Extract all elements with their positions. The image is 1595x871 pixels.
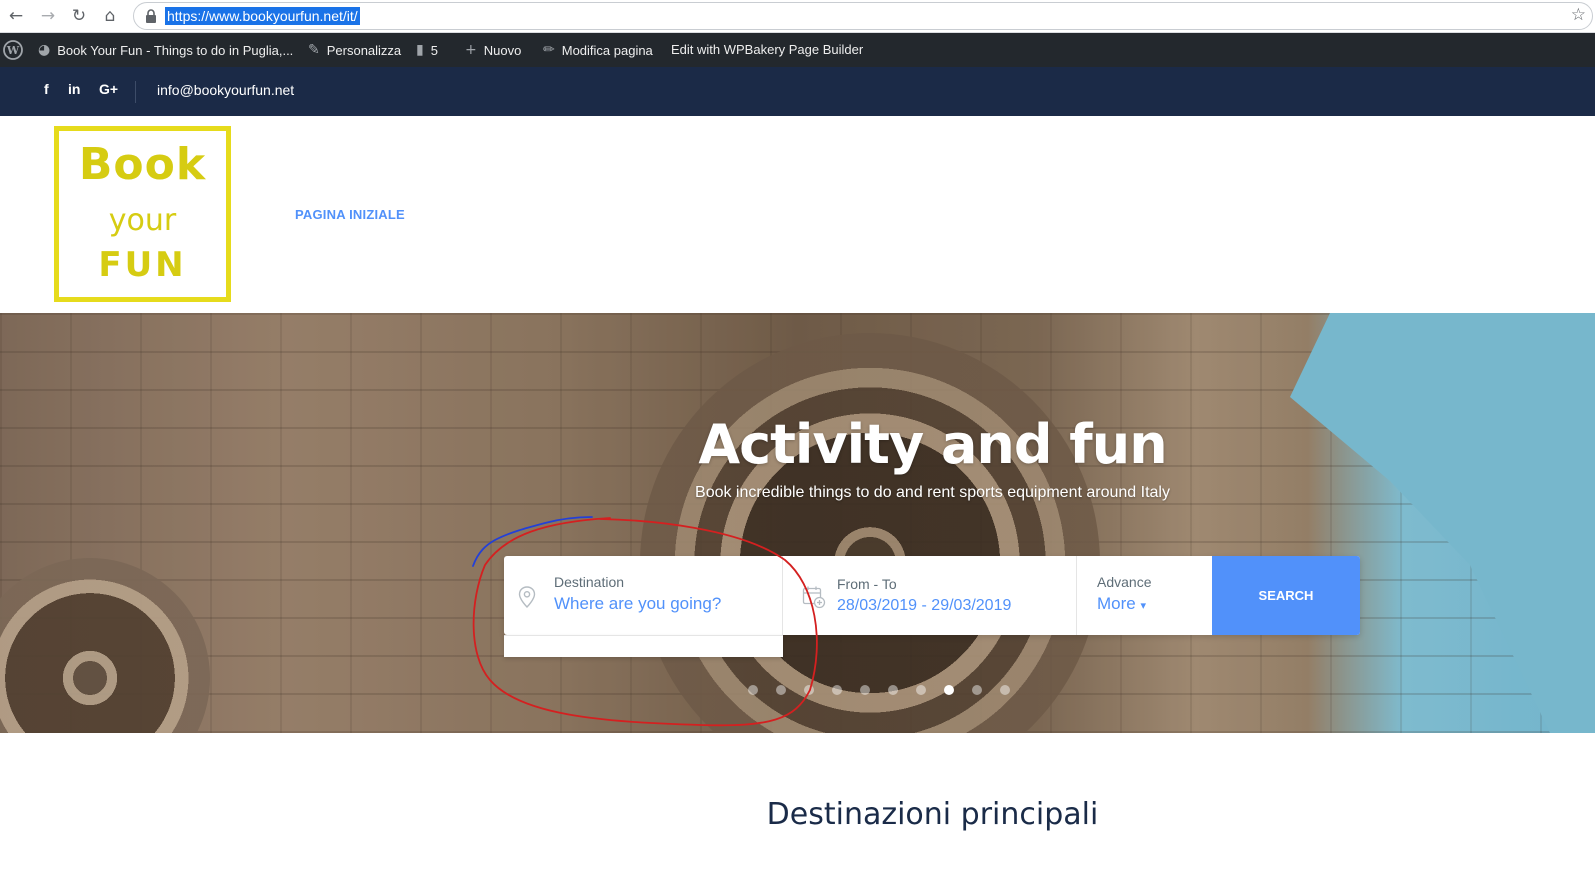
slider-dot[interactable] (776, 685, 786, 695)
hero-overlay (0, 313, 1595, 733)
wp-site-name-label: Book Your Fun - Things to do in Puglia,.… (57, 42, 294, 58)
slider-dot[interactable] (972, 685, 982, 695)
slider-dot[interactable] (860, 685, 870, 695)
hero-title: Activity and fun (698, 413, 1167, 476)
date-range-field[interactable]: From - To 28/03/2019 - 29/03/2019 (783, 556, 1077, 635)
dashboard-icon: ◕ (38, 42, 51, 58)
strip-divider (135, 81, 136, 103)
slider-dot[interactable] (748, 685, 758, 695)
forward-icon[interactable]: → (37, 5, 59, 27)
facebook-icon[interactable]: f (44, 81, 49, 97)
site-logo[interactable]: Book your FUN (54, 126, 231, 302)
slider-dots (748, 685, 1010, 695)
site-header: Book your FUN PAGINA INIZIALE (0, 116, 1595, 313)
top-info-strip: f in G+ info@bookyourfun.net (0, 67, 1595, 116)
pencil-icon: ✏ (543, 42, 555, 58)
advance-field[interactable]: Advance More ▾ (1077, 556, 1212, 635)
linkedin-icon[interactable]: in (68, 81, 80, 97)
svg-text:W: W (6, 44, 20, 57)
comment-icon: ▮ (416, 42, 424, 58)
reload-icon[interactable]: ↻ (68, 5, 90, 27)
logo-line-3: FUN (98, 245, 187, 285)
star-icon[interactable]: ☆ (1571, 5, 1586, 25)
contact-email[interactable]: info@bookyourfun.net (157, 82, 294, 98)
plus-icon: + (465, 42, 477, 58)
wp-customize[interactable]: ✎ Personalizza (308, 42, 401, 58)
slider-dot[interactable] (832, 685, 842, 695)
wp-admin-bar: W ◕ Book Your Fun - Things to do in Pugl… (0, 33, 1595, 67)
hero-banner: Activity and fun Book incredible things … (0, 313, 1595, 733)
logo-line-2: your (108, 203, 177, 238)
wp-wpbakery-label: Edit with WPBakery Page Builder (671, 42, 864, 57)
back-icon[interactable]: ← (5, 5, 27, 27)
date-range-value[interactable]: 28/03/2019 - 29/03/2019 (837, 597, 1011, 615)
destination-dropdown[interactable] (504, 635, 783, 657)
calendar-icon (802, 586, 826, 609)
wp-site-name[interactable]: ◕ Book Your Fun - Things to do in Puglia… (38, 42, 293, 58)
wp-wpbakery[interactable]: Edit with WPBakery Page Builder (671, 42, 863, 57)
wp-comments-count: 5 (430, 42, 438, 58)
slider-dot[interactable] (1000, 685, 1010, 695)
wp-new-label: Nuovo (483, 42, 522, 58)
search-button[interactable]: SEARCH (1212, 556, 1360, 635)
advance-more-label: More (1097, 594, 1136, 613)
wp-edit-page[interactable]: ✏ Modifica pagina (543, 42, 653, 58)
destination-input[interactable]: Where are you going? (554, 594, 721, 614)
caret-down-icon: ▾ (1140, 599, 1146, 612)
google-plus-icon[interactable]: G+ (99, 81, 118, 97)
slider-dot[interactable] (804, 685, 814, 695)
address-bar[interactable]: https://www.bookyourfun.net/it/ ☆ (133, 2, 1593, 30)
section-title-destinations: Destinazioni principali (766, 797, 1099, 832)
wp-comments[interactable]: ▮ 5 (416, 42, 438, 58)
date-range-label: From - To (837, 576, 897, 592)
advance-label: Advance (1097, 574, 1152, 590)
menu-item-home[interactable]: PAGINA INIZIALE (295, 207, 405, 222)
advance-more-toggle[interactable]: More ▾ (1097, 594, 1146, 614)
wp-edit-page-label: Modifica pagina (561, 42, 653, 58)
hero-subtitle: Book incredible things to do and rent sp… (695, 484, 1170, 501)
url-text[interactable]: https://www.bookyourfun.net/it/ (165, 7, 360, 25)
slider-dot[interactable] (944, 685, 954, 695)
wp-customize-label: Personalizza (326, 42, 402, 58)
map-pin-icon (518, 586, 536, 608)
slider-dot[interactable] (888, 685, 898, 695)
destination-label: Destination (554, 574, 625, 590)
lock-icon (146, 9, 156, 23)
wordpress-logo-icon[interactable]: W (3, 40, 23, 60)
logo-line-1: Book (78, 139, 207, 190)
search-form: Destination Where are you going? From - … (504, 556, 1360, 635)
wp-new[interactable]: + Nuovo (465, 42, 521, 58)
destination-field[interactable]: Destination Where are you going? (504, 556, 783, 635)
brush-icon: ✎ (308, 42, 320, 58)
browser-toolbar: ← → ↻ ⌂ https://www.bookyourfun.net/it/ … (0, 0, 1595, 33)
home-icon[interactable]: ⌂ (99, 5, 121, 27)
slider-dot[interactable] (916, 685, 926, 695)
